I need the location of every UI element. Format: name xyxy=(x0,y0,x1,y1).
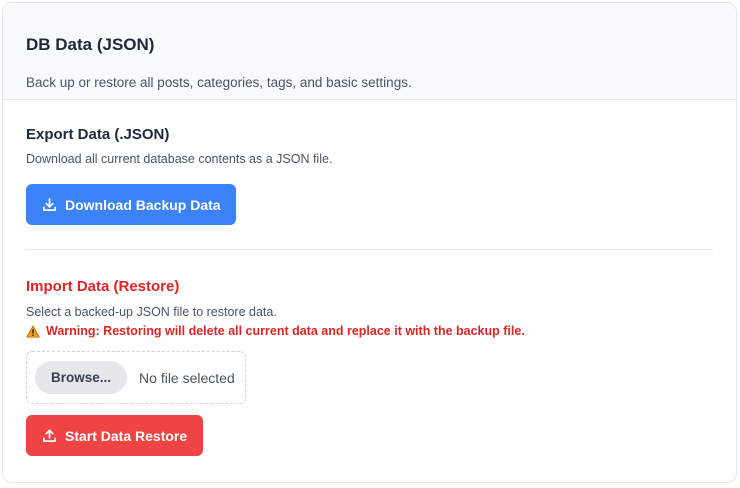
import-section-description: Select a backed-up JSON file to restore … xyxy=(26,305,277,319)
import-section-title: Import Data (Restore) xyxy=(26,278,180,295)
warning-icon xyxy=(26,325,40,338)
upload-icon xyxy=(42,428,57,443)
card-body: Export Data (.JSON) Download all current… xyxy=(3,125,736,456)
download-backup-label: Download Backup Data xyxy=(65,196,221,213)
start-restore-label: Start Data Restore xyxy=(65,427,188,444)
browse-button[interactable]: Browse... xyxy=(35,361,128,394)
file-status: No file selected xyxy=(139,369,235,386)
export-section-title: Export Data (.JSON) xyxy=(26,126,170,143)
export-section-description: Download all current database contents a… xyxy=(26,152,333,166)
card-subtitle: Back up or restore all posts, categories… xyxy=(26,75,412,90)
warning-text: Warning: Restoring will delete all curre… xyxy=(46,324,525,338)
card-title: DB Data (JSON) xyxy=(26,35,155,54)
start-restore-button[interactable]: Start Data Restore xyxy=(26,415,204,456)
card-header: DB Data (JSON) Back up or restore all po… xyxy=(3,3,736,100)
db-data-card: DB Data (JSON) Back up or restore all po… xyxy=(2,2,737,483)
section-divider xyxy=(26,249,713,250)
download-icon xyxy=(42,197,57,212)
download-backup-button[interactable]: Download Backup Data xyxy=(26,184,236,225)
restore-warning: Warning: Restoring will delete all curre… xyxy=(26,323,713,339)
file-input-dropzone[interactable]: Browse... No file selected xyxy=(26,351,246,404)
